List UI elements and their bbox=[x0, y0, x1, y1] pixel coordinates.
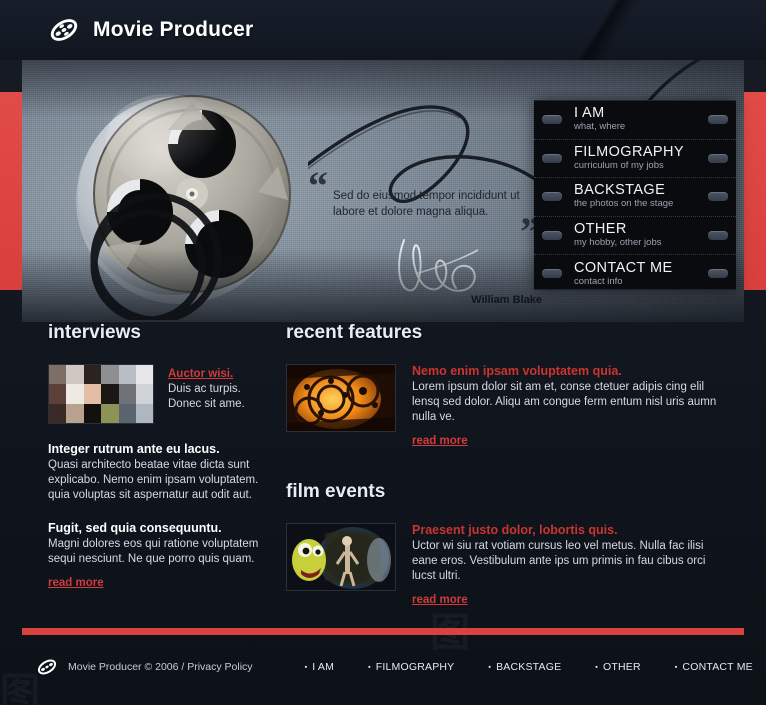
nav-item-subtitle: contact info bbox=[574, 275, 623, 287]
sprocket-hole-icon bbox=[542, 192, 562, 202]
nav-item-filmography[interactable]: FILMOGRAPHY curriculum of my jobs bbox=[534, 140, 736, 179]
sprocket-hole-icon bbox=[542, 230, 562, 240]
features-column: recent features Nemo enim ipsam voluptat… bbox=[286, 322, 726, 608]
footer-link-other[interactable]: OTHER bbox=[595, 661, 641, 673]
footer-navigation: I AM FILMOGRAPHY BACKSTAGE OTHER CONTACT… bbox=[305, 661, 753, 673]
footer-copyright: Movie Producer © 2006 / Privacy Policy bbox=[68, 661, 253, 673]
auctor-wisi-link[interactable]: Auctor wisi. bbox=[168, 368, 233, 380]
page-root: 图 图 图 Movie Producer bbox=[0, 0, 766, 705]
orange-gears-photo[interactable] bbox=[286, 364, 396, 432]
accent-bar-left bbox=[0, 92, 22, 290]
section-title-film-events: film events bbox=[286, 481, 386, 502]
film-event-read-more-link[interactable]: read more bbox=[412, 594, 468, 606]
nav-item-subtitle: what, where bbox=[574, 121, 626, 133]
main-content: interviews Auctor wisi. Duis ac turpis. … bbox=[22, 322, 744, 622]
site-header: Movie Producer bbox=[0, 0, 766, 60]
recent-feature-heading: Nemo enim ipsam voluptatem quia. bbox=[412, 364, 622, 378]
sprocket-hole-icon bbox=[542, 115, 562, 124]
nav-item-i-am[interactable]: I AM what, where bbox=[534, 101, 736, 140]
interview-photo[interactable] bbox=[48, 364, 154, 424]
interviews-column: interviews Auctor wisi. Duis ac turpis. … bbox=[48, 322, 270, 591]
sprocket-hole-icon bbox=[708, 115, 728, 124]
interviews-block1-body: Quasi architecto beatae vitae dicta sunt… bbox=[48, 459, 259, 501]
interview-caption-line-1: Duis ac turpis. bbox=[168, 383, 241, 395]
nav-item-title: BACKSTAGE bbox=[574, 182, 666, 199]
sprocket-hole-icon bbox=[542, 153, 562, 163]
footer-divider bbox=[22, 628, 744, 635]
film-reel-icon[interactable] bbox=[48, 15, 80, 45]
film-event-heading: Praesent justo dolor, lobortis quis. bbox=[412, 523, 618, 537]
nav-item-other[interactable]: OTHER my hobby, other jobs bbox=[534, 217, 736, 256]
main-navigation: I AM what, where FILMOGRAPHY curriculum … bbox=[534, 100, 736, 290]
interviews-read-more-link[interactable]: read more bbox=[48, 577, 104, 589]
footer-link-contact-me[interactable]: CONTACT ME bbox=[675, 661, 753, 673]
interviews-block2-heading: Fugit, sed quia consequuntu. bbox=[48, 521, 222, 535]
film-event-body: Uctor wi siu rat votiam cursus leo vel m… bbox=[412, 540, 706, 582]
sprocket-hole-icon bbox=[708, 269, 728, 279]
interview-caption-line-2: Donec sit ame. bbox=[168, 398, 245, 410]
interview-caption: Auctor wisi. Duis ac turpis. Donec sit a… bbox=[168, 364, 270, 424]
sprocket-hole-icon bbox=[542, 269, 562, 279]
nav-item-backstage[interactable]: BACKSTAGE the photos on the stage bbox=[534, 178, 736, 217]
nav-item-contact-me[interactable]: CONTACT ME contact info bbox=[534, 255, 736, 293]
film-reel-icon[interactable] bbox=[36, 657, 58, 677]
nav-item-subtitle: curriculum of my jobs bbox=[574, 159, 664, 171]
film-event-entry: Praesent justo dolor, lobortis quis. Uct… bbox=[286, 523, 726, 608]
nav-item-title: FILMOGRAPHY bbox=[574, 143, 684, 160]
recent-feature-body: Lorem ipsum dolor sit am et, conse ctetu… bbox=[412, 381, 717, 423]
recent-feature-entry: Nemo enim ipsam voluptatem quia. Lorem i… bbox=[286, 364, 726, 449]
nav-item-subtitle: my hobby, other jobs bbox=[574, 237, 662, 249]
animated-characters-photo[interactable] bbox=[286, 523, 396, 591]
site-title: Movie Producer bbox=[93, 18, 254, 41]
site-footer: Movie Producer © 2006 / Privacy Policy I… bbox=[0, 645, 766, 689]
sprocket-hole-icon bbox=[708, 230, 728, 240]
recent-feature-text: Nemo enim ipsam voluptatem quia. Lorem i… bbox=[412, 364, 726, 449]
accent-bar-right bbox=[744, 92, 766, 290]
film-event-text: Praesent justo dolor, lobortis quis. Uct… bbox=[412, 523, 726, 608]
interview-entry: Auctor wisi. Duis ac turpis. Donec sit a… bbox=[48, 364, 270, 424]
nav-item-subtitle: the photos on the stage bbox=[574, 198, 674, 210]
nav-item-title: CONTACT ME bbox=[574, 259, 673, 276]
interviews-block1-heading: Integer rutrum ante eu lacus. bbox=[48, 442, 220, 456]
sprocket-hole-icon bbox=[708, 153, 728, 163]
interviews-block2-body: Magni dolores eos qui ratione voluptatem… bbox=[48, 538, 259, 565]
nav-item-title: I AM bbox=[574, 105, 605, 122]
footer-link-backstage[interactable]: BACKSTAGE bbox=[488, 661, 561, 673]
sprocket-hole-icon bbox=[708, 192, 728, 202]
nav-item-title: OTHER bbox=[574, 221, 627, 238]
footer-link-i-am[interactable]: I AM bbox=[305, 661, 335, 673]
footer-link-filmography[interactable]: FILMOGRAPHY bbox=[368, 661, 454, 673]
section-title-recent-features: recent features bbox=[286, 322, 423, 343]
section-title-interviews: interviews bbox=[48, 322, 141, 343]
recent-feature-read-more-link[interactable]: read more bbox=[412, 435, 468, 447]
